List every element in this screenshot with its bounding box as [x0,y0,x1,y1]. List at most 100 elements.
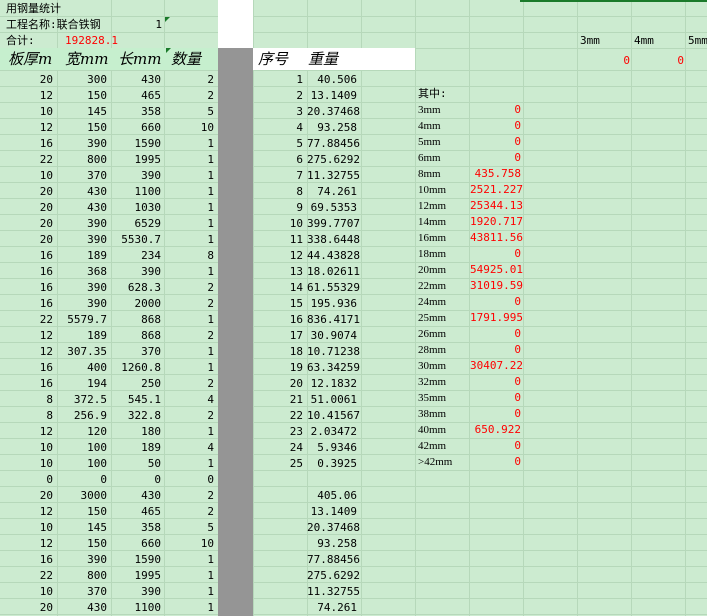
length-cell[interactable]: 660 [111,120,161,136]
summary-weight-cell[interactable]: 0 [470,150,521,166]
summary-size-cell[interactable]: 26mm [418,326,446,342]
quantity-cell[interactable]: 5 [164,104,214,120]
length-cell[interactable]: 430 [111,72,161,88]
seq-cell[interactable]: 10 [253,216,303,232]
seq-cell[interactable]: 21 [253,392,303,408]
quantity-cell[interactable]: 1 [164,360,214,376]
weight-cell[interactable]: 275.6292 [307,568,360,584]
length-cell[interactable]: 545.1 [111,392,161,408]
seq-cell[interactable]: 14 [253,280,303,296]
quantity-cell[interactable]: 1 [164,552,214,568]
width-cell[interactable]: 390 [57,136,107,152]
quantity-cell[interactable]: 2 [164,72,214,88]
total-value-cell[interactable]: 192828.1 [65,33,118,49]
length-cell[interactable]: 322.8 [111,408,161,424]
thickness-cell[interactable]: 20 [0,488,53,504]
quantity-cell[interactable]: 2 [164,504,214,520]
header-4mm[interactable]: 4mm [634,33,654,49]
length-cell[interactable]: 1100 [111,184,162,200]
quantity-cell[interactable]: 1 [164,456,214,472]
summary-weight-cell[interactable]: 0 [470,102,521,118]
summary-size-cell[interactable]: 16mm [418,230,446,246]
summary-weight-cell[interactable]: 0 [470,118,521,134]
summary-size-cell[interactable]: 38mm [418,406,446,422]
seq-cell[interactable] [253,600,303,616]
thickness-cell[interactable]: 12 [0,88,53,104]
width-cell[interactable]: 100 [57,440,107,456]
thickness-cell[interactable]: 12 [0,344,53,360]
quantity-cell[interactable]: 1 [164,184,214,200]
length-cell[interactable]: 1995 [111,152,162,168]
weight-header[interactable]: 重量 [308,48,338,70]
thickness-cell[interactable]: 10 [0,168,53,184]
quantity-cell[interactable]: 1 [164,216,214,232]
seq-cell[interactable]: 3 [253,104,303,120]
width-cell[interactable]: 100 [57,456,107,472]
summary-size-cell[interactable]: 18mm [418,246,446,262]
summary-size-cell[interactable]: 42mm [418,438,446,454]
summary-size-cell[interactable]: 14mm [418,214,446,230]
summary-weight-cell[interactable]: 650.922 [470,422,521,438]
length-cell[interactable]: 1590 [111,136,162,152]
thickness-cell[interactable]: 16 [0,264,53,280]
length-cell[interactable]: 390 [111,168,161,184]
quantity-cell[interactable]: 1 [164,568,214,584]
weight-cell[interactable]: 338.6448 [307,232,360,248]
quantity-cell[interactable]: 1 [164,152,214,168]
weight-cell[interactable]: 10.41567 [307,408,360,424]
length-cell[interactable]: 50 [111,456,161,472]
weight-cell[interactable]: 20.37468 [307,104,360,120]
summary-size-cell[interactable]: 22mm [418,278,446,294]
summary-weight-cell[interactable]: 0 [470,454,521,470]
quantity-cell[interactable]: 8 [164,248,214,264]
thickness-cell[interactable]: 16 [0,296,53,312]
length-cell[interactable]: 465 [111,88,161,104]
sheet-title[interactable]: 用钢量统计 [6,1,61,17]
weight-cell[interactable]: 93.258 [307,120,357,136]
seq-cell[interactable] [253,568,303,584]
length-cell[interactable]: 628.3 [111,280,161,296]
thickness-header[interactable]: 板厚m [8,48,52,70]
thickness-cell[interactable]: 16 [0,360,53,376]
seq-cell[interactable] [253,504,303,520]
width-cell[interactable]: 307.35 [57,344,107,360]
header-5mm[interactable]: 5mm [688,33,707,49]
thickness-cell[interactable]: 20 [0,216,53,232]
summary-size-cell[interactable]: 3mm [418,102,441,118]
length-cell[interactable]: 868 [111,328,161,344]
weight-cell[interactable]: 2.03472 [307,424,357,440]
value-4mm[interactable]: 0 [634,53,684,69]
quantity-cell[interactable]: 1 [164,600,214,616]
summary-size-cell[interactable]: 25mm [418,310,446,326]
thickness-cell[interactable]: 16 [0,280,53,296]
length-cell[interactable]: 358 [111,520,161,536]
length-cell[interactable]: 430 [111,488,161,504]
weight-cell[interactable]: 11.32755 [307,168,360,184]
quantity-cell[interactable]: 2 [164,88,214,104]
summary-weight-cell[interactable]: 2521.227 [470,182,523,198]
width-cell[interactable]: 390 [57,552,107,568]
quantity-cell[interactable]: 1 [164,312,214,328]
seq-cell[interactable] [253,520,303,536]
summary-size-cell[interactable]: 6mm [418,150,441,166]
thickness-cell[interactable]: 22 [0,152,53,168]
summary-weight-cell[interactable]: 54925.01 [470,262,523,278]
weight-cell[interactable]: 195.936 [307,296,357,312]
thickness-cell[interactable]: 10 [0,104,53,120]
thickness-cell[interactable]: 12 [0,504,53,520]
length-cell[interactable]: 1590 [111,552,162,568]
header-3mm[interactable]: 3mm [580,33,600,49]
width-cell[interactable]: 189 [57,328,107,344]
weight-cell[interactable]: 63.34259 [307,360,360,376]
thickness-cell[interactable]: 16 [0,376,53,392]
seq-cell[interactable]: 22 [253,408,303,424]
quantity-cell[interactable]: 1 [164,200,214,216]
seq-cell[interactable]: 16 [253,312,303,328]
summary-weight-cell[interactable]: 0 [470,294,521,310]
thickness-cell[interactable]: 8 [0,392,53,408]
seq-cell[interactable]: 20 [253,376,303,392]
seq-cell[interactable]: 9 [253,200,303,216]
quantity-cell[interactable]: 4 [164,392,214,408]
weight-cell[interactable]: 18.02611 [307,264,360,280]
width-cell[interactable]: 120 [57,424,107,440]
